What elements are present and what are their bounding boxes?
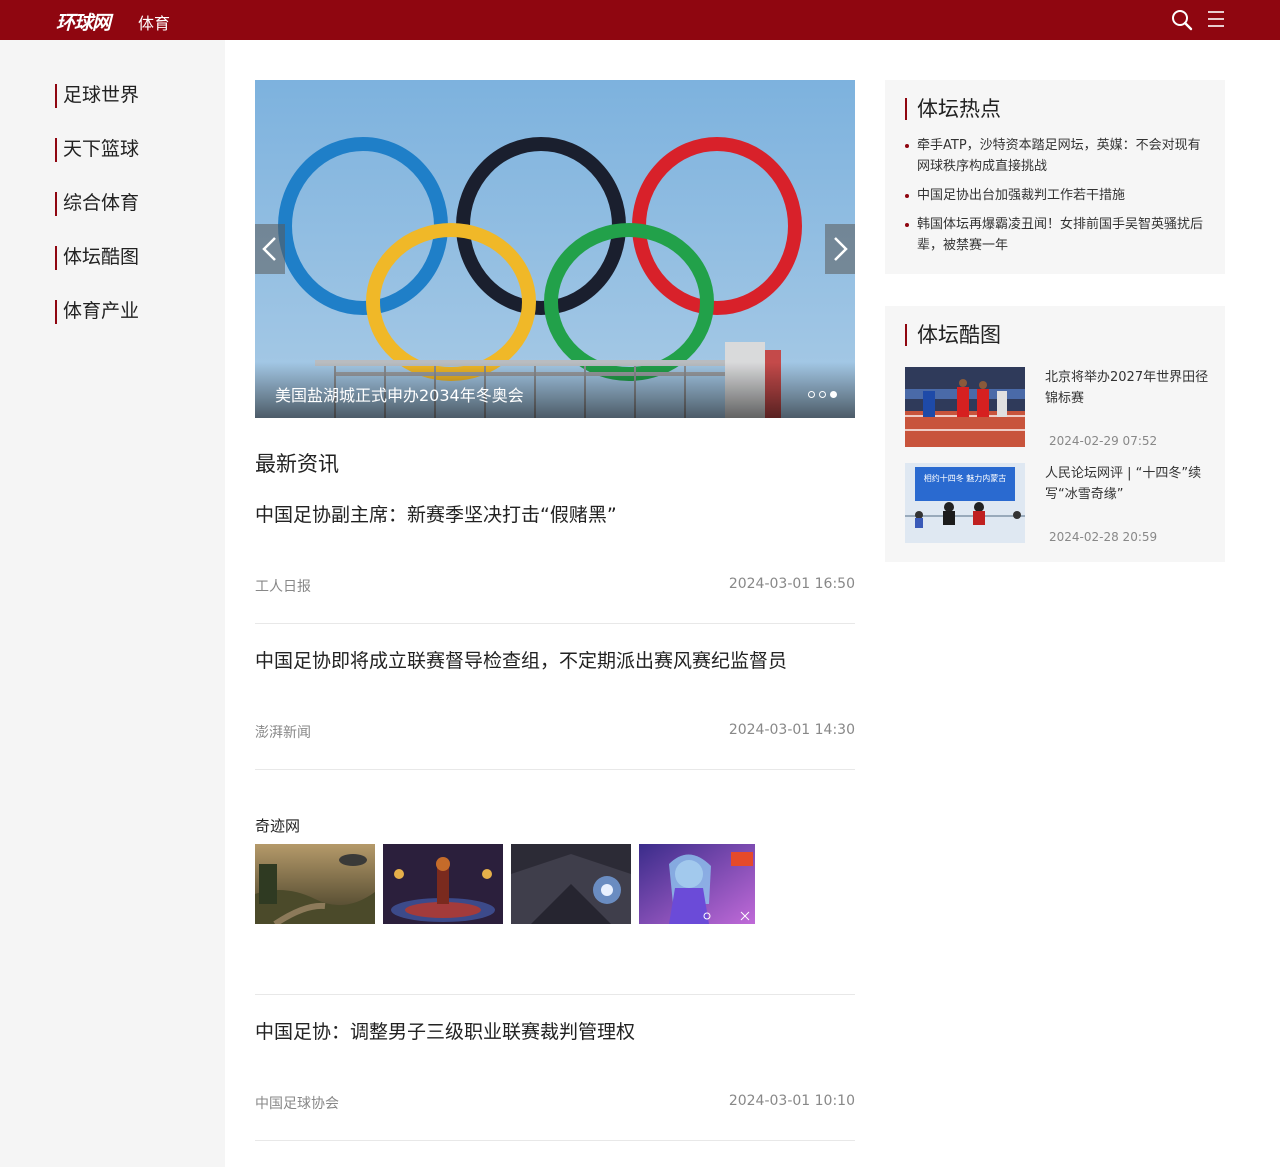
hot-topic-item[interactable]: 韩国体坛再爆霸凌丑闻！女排前国手吴智英骚扰后辈，被禁赛一年: [905, 214, 1207, 256]
photo-date: 2024-02-28 20:59: [1049, 530, 1158, 544]
ad-thumbnail[interactable]: [383, 844, 503, 924]
news-time: 2024-03-01 16:50: [728, 576, 855, 592]
photo-title[interactable]: 北京将举办2027年世界田径锦标赛: [1045, 367, 1210, 409]
search-icon[interactable]: [1171, 9, 1193, 31]
photo-title[interactable]: 人民论坛网评 | “十四冬”续写“冰雪奇缘”: [1045, 463, 1210, 505]
chevron-right-icon: [834, 237, 848, 261]
hot-topic-item[interactable]: 中国足协出台加强裁判工作若干措施: [905, 185, 1207, 206]
ad-brand[interactable]: 奇迹网: [255, 815, 300, 836]
photo-image: 相约十四冬 魅力内蒙古: [905, 463, 1025, 543]
hot-topic-item[interactable]: 牵手ATP，沙特资本踏足网坛，英媒：不会对现有网球秩序构成直接挑战: [905, 135, 1207, 177]
news-source: 工人日报: [255, 579, 311, 595]
photo-item[interactable]: 相约十四冬 魅力内蒙古 人民论坛网评 | “十四冬”续写“冰雪奇缘” 2024-…: [905, 463, 1205, 544]
carousel-dot[interactable]: [819, 391, 826, 398]
hero-carousel[interactable]: 美国盐湖城正式申办2034年冬奥会: [255, 80, 855, 418]
sidebar-item-football[interactable]: 足球世界: [55, 84, 139, 108]
photo-thumbnail[interactable]: 相约十四冬 魅力内蒙古: [905, 463, 1025, 543]
news-time: 2024-03-01 10:10: [728, 1093, 855, 1109]
news-title[interactable]: 中国足协即将成立联赛督导检查组，不定期派出赛风赛纪监督员: [255, 646, 787, 673]
chevron-left-icon: [262, 237, 276, 261]
carousel-next-button[interactable]: [825, 224, 855, 274]
hot-topics-panel: 体坛热点 牵手ATP，沙特资本踏足网坛，英媒：不会对现有网球秩序构成直接挑战 中…: [885, 80, 1225, 274]
ad-image: [383, 844, 503, 924]
sidebar-item-general-sports[interactable]: 综合体育: [55, 192, 139, 216]
carousel-dot-active[interactable]: [830, 391, 837, 398]
carousel-dots: [804, 383, 837, 402]
ad-image: [511, 844, 631, 924]
news-time: 2024-03-01 14:30: [728, 722, 855, 738]
news-title[interactable]: 中国足协副主席：新赛季坚决打击“假赌黑”: [255, 500, 617, 527]
sidebar-item-basketball[interactable]: 天下篮球: [55, 138, 139, 162]
photo-date: 2024-02-29 07:52: [1049, 434, 1158, 448]
news-title[interactable]: 中国足协：调整男子三级职业联赛裁判管理权: [255, 1017, 635, 1044]
ad-image: [255, 844, 375, 924]
ad-thumbnail[interactable]: [255, 844, 375, 924]
news-source: 澎湃新闻: [255, 725, 311, 741]
news-item[interactable]: 中国足协：调整男子三级职业联赛裁判管理权 中国足球协会 2024-03-01 1…: [255, 995, 855, 1141]
menu-icon[interactable]: [1207, 10, 1225, 28]
hot-topics-heading: 体坛热点: [905, 98, 1001, 120]
news-item[interactable]: 中国足协即将成立联赛督导检查组，不定期派出赛风赛纪监督员 澎湃新闻 2024-0…: [255, 624, 855, 770]
latest-news-heading: 最新资讯: [255, 452, 339, 476]
ad-thumbnail[interactable]: [511, 844, 631, 924]
photo-image: [905, 367, 1025, 447]
ad-thumbnail[interactable]: [639, 844, 755, 924]
news-item[interactable]: 中国足协副主席：新赛季坚决打击“假赌黑” 工人日报 2024-03-01 16:…: [255, 478, 855, 624]
sports-photos-panel: 体坛酷图 北京将举办2027年世界田径锦标赛 2024-02-29 07:52: [885, 306, 1225, 562]
carousel-dot[interactable]: [808, 391, 815, 398]
channel-title[interactable]: 体育: [138, 10, 170, 34]
photo-banner-text: 相约十四冬 魅力内蒙古: [924, 473, 1007, 483]
sidebar-item-sports-industry[interactable]: 体育产业: [55, 300, 139, 324]
photo-thumbnail[interactable]: [905, 367, 1025, 447]
sidebar: 足球世界 天下篮球 综合体育 体坛酷图 体育产业: [0, 40, 225, 1167]
carousel-caption[interactable]: 美国盐湖城正式申办2034年冬奥会: [275, 382, 524, 406]
photo-item[interactable]: 北京将举办2027年世界田径锦标赛 2024-02-29 07:52: [905, 367, 1208, 448]
carousel-prev-button[interactable]: [255, 224, 285, 274]
sports-photos-heading: 体坛酷图: [905, 324, 1001, 346]
news-source: 中国足球协会: [255, 1096, 339, 1112]
top-bar: 环球网 体育: [0, 0, 1280, 40]
ad-image: [639, 844, 755, 924]
sidebar-item-sports-photos[interactable]: 体坛酷图: [55, 246, 139, 270]
site-logo[interactable]: 环球网: [56, 8, 111, 35]
